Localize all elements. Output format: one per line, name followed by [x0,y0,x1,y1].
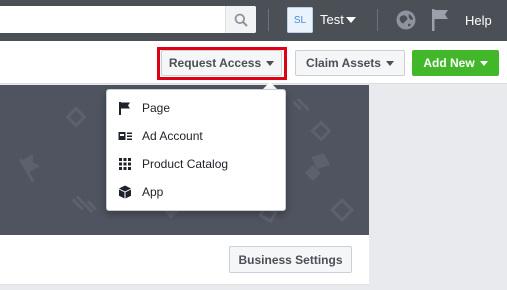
divider [377,9,378,31]
chevron-down-icon [479,60,488,66]
divider [268,9,269,31]
request-access-menu: Page Ad Account Product Catalog App [106,89,286,211]
grid-icon [119,158,131,170]
menu-item-label: Page [142,101,171,115]
menu-item-product-catalog[interactable]: Product Catalog [107,150,285,178]
globe-icon[interactable] [395,9,417,31]
search-button[interactable] [225,6,256,33]
help-link[interactable]: Help [465,13,492,28]
search-icon [234,13,248,27]
toolbar: Request Access Claim Assets Add New [0,41,507,84]
add-new-label: Add New [423,56,475,70]
ad-account-icon [118,132,132,140]
business-settings-button[interactable]: Business Settings [229,246,352,273]
cube-icon [119,185,131,199]
menu-item-page[interactable]: Page [107,94,285,122]
claim-assets-button[interactable]: Claim Assets [295,50,405,76]
menu-item-label: Ad Account [142,129,203,143]
account-name[interactable]: Test [320,12,344,27]
top-bar: SL Test Help [0,0,507,41]
chevron-down-icon[interactable] [346,17,356,23]
flag-icon [119,102,130,115]
highlight-box [157,47,287,80]
chevron-down-icon [385,60,394,66]
add-new-button[interactable]: Add New [412,50,499,76]
menu-item-app[interactable]: App [107,178,285,206]
claim-assets-label: Claim Assets [306,56,381,70]
menu-item-label: App [142,185,164,199]
avatar[interactable]: SL [287,7,313,33]
menu-item-label: Product Catalog [142,157,229,171]
menu-item-ad-account[interactable]: Ad Account [107,122,285,150]
search-input[interactable] [0,6,256,33]
flag-icon[interactable] [430,8,452,32]
